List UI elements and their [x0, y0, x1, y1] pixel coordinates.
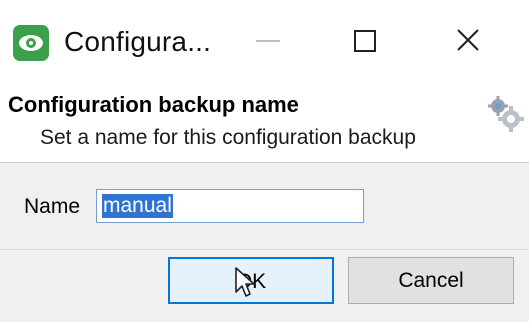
- window-title: Configura...: [64, 26, 212, 57]
- mouse-pointer-icon: [232, 266, 258, 300]
- title-bar[interactable]: Configura...: [0, 0, 529, 76]
- form-area: Name manual: [0, 163, 529, 249]
- app-eye-icon: [13, 25, 49, 61]
- name-input-value: manual: [102, 194, 173, 218]
- button-bar: OK Cancel: [0, 250, 529, 322]
- close-button[interactable]: [436, 18, 500, 64]
- dialog-header: Configuration backup name Set a name for…: [0, 76, 529, 162]
- header-title: Configuration backup name: [8, 92, 299, 117]
- configuration-backup-dialog: Configura... Configuration backup name S…: [0, 0, 529, 322]
- close-icon: [457, 29, 479, 51]
- header-subtitle: Set a name for this configuration backup: [40, 126, 416, 149]
- minimize-button[interactable]: [236, 18, 300, 64]
- maximize-icon: [354, 30, 376, 52]
- minimize-icon: [256, 40, 280, 42]
- maximize-button[interactable]: [332, 18, 396, 64]
- cancel-button[interactable]: Cancel: [348, 257, 514, 304]
- name-label: Name: [24, 195, 81, 218]
- name-input[interactable]: manual: [96, 189, 364, 223]
- gears-icon: [486, 94, 524, 132]
